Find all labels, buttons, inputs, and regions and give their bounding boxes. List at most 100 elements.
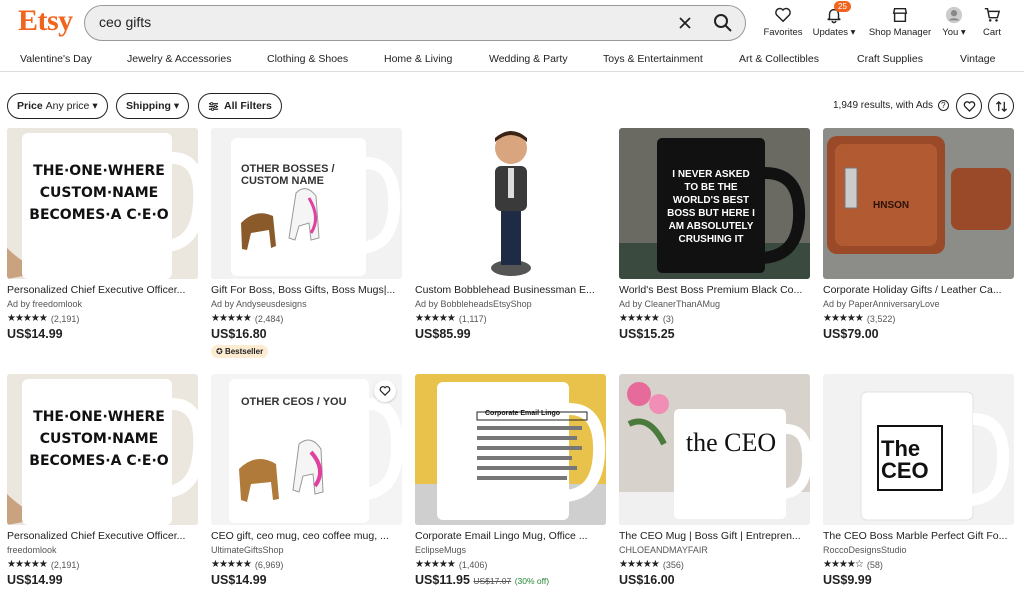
shop-name: Ad by freedomlook xyxy=(7,299,83,309)
cart-label: Cart xyxy=(983,27,1001,38)
product-image[interactable]: I NEVER ASKED TO BE THE WORLD'S BEST BOS… xyxy=(619,128,810,279)
favorites-button[interactable]: Favorites xyxy=(762,6,804,38)
category-link[interactable]: Clothing & Shoes xyxy=(267,53,348,65)
product-title[interactable]: Corporate Email Lingo Mug, Office ... xyxy=(415,530,606,542)
price: US$14.99 xyxy=(7,327,63,341)
original-price: US$17.07 xyxy=(473,576,512,586)
star-rating: ★★★★★ xyxy=(415,559,456,570)
category-link[interactable]: Art & Collectibles xyxy=(739,53,819,65)
search-icon[interactable] xyxy=(713,13,733,33)
star-rating: ★★★★★ xyxy=(7,559,48,570)
favorites-label: Favorites xyxy=(763,27,803,38)
product-title[interactable]: The CEO Mug | Boss Gift | Entrepren... xyxy=(619,530,810,542)
etsy-logo[interactable]: Etsy xyxy=(18,4,73,38)
shop-name: freedomlook xyxy=(7,545,57,555)
product-title[interactable]: The CEO Boss Marble Perfect Gift Fo... xyxy=(823,530,1014,542)
mug-text: THE·ONE·WHERE CUSTOM·NAME BECOMES·A C·E·… xyxy=(29,163,169,223)
mug-text: the CEO xyxy=(685,428,777,457)
category-link[interactable]: Craft Supplies xyxy=(857,53,923,65)
product-card[interactable]: The CEO The CEO Boss Marble Perfect Gift… xyxy=(823,374,1014,587)
product-card[interactable]: I NEVER ASKED TO BE THE WORLD'S BEST BOS… xyxy=(619,128,810,341)
help-icon[interactable]: ? xyxy=(937,100,949,111)
review-count: (1,117) xyxy=(458,313,487,324)
product-card[interactable]: OTHER CEOS / YOU CEO gift, ceo mug, ceo … xyxy=(211,374,402,587)
star-rating: ★★★★★ xyxy=(7,313,48,324)
product-image[interactable]: HNSON xyxy=(823,128,1014,279)
product-card[interactable]: the CEO The CEO Mug | Boss Gift | Entrep… xyxy=(619,374,810,587)
category-link[interactable]: Toys & Entertainment xyxy=(603,53,703,65)
shipping-filter-label: Shipping xyxy=(126,100,171,112)
shipping-filter[interactable]: Shipping ▾ xyxy=(116,93,190,119)
rating: ★★★★★ (3,522) xyxy=(823,313,1014,324)
updates-button[interactable]: 25 Updates ▾ xyxy=(812,1,856,38)
category-link[interactable]: Jewelry & Accessories xyxy=(127,53,231,65)
star-rating: ★★★★★ xyxy=(619,559,660,570)
award-icon: ✪ xyxy=(216,347,223,356)
product-card[interactable]: Corporate Email Lingo Corporate Email Li… xyxy=(415,374,606,587)
search-input[interactable]: ceo gifts xyxy=(99,14,151,30)
search-bar[interactable]: ceo gifts xyxy=(84,5,746,41)
product-title[interactable]: Custom Bobblehead Businessman E... xyxy=(415,284,606,296)
product-title[interactable]: World's Best Boss Premium Black Co... xyxy=(619,284,810,296)
price-filter[interactable]: Price Any price ▾ xyxy=(7,93,108,119)
close-icon[interactable] xyxy=(677,15,693,31)
save-search-button[interactable] xyxy=(956,93,982,119)
product-image[interactable] xyxy=(415,128,606,279)
product-card[interactable]: THE·ONE·WHERE CUSTOM·NAME BECOMES·A C·E·… xyxy=(7,374,198,587)
product-image[interactable]: OTHER BOSSES / CUSTOM NAME xyxy=(211,128,402,279)
you-label: You ▾ xyxy=(942,27,966,38)
product-image[interactable]: the CEO xyxy=(619,374,810,525)
product-title[interactable]: Corporate Holiday Gifts / Leather Ca... xyxy=(823,284,1014,296)
favorite-button[interactable] xyxy=(374,380,396,402)
category-link[interactable]: Wedding & Party xyxy=(489,53,568,65)
bestseller-label: Bestseller xyxy=(224,347,264,356)
review-count: (2,191) xyxy=(50,313,80,324)
shop-name: Ad by Andyseusdesigns xyxy=(211,299,307,309)
product-title[interactable]: Personalized Chief Executive Officer... xyxy=(7,284,198,296)
shop-name: Ad by BobbleheadsEtsyShop xyxy=(415,299,532,309)
product-title[interactable]: CEO gift, ceo mug, ceo coffee mug, ... xyxy=(211,530,402,542)
category-nav: Valentine's Day Jewelry & Accessories Cl… xyxy=(0,48,1024,72)
results-count: 1,949 results, with Ads ? xyxy=(833,100,949,111)
sort-icon xyxy=(995,100,1007,112)
shop-name: UltimateGiftsShop xyxy=(211,545,284,555)
category-link[interactable]: Valentine's Day xyxy=(20,53,92,65)
product-image[interactable]: OTHER CEOS / YOU xyxy=(211,374,402,525)
shop-name: EclipseMugs xyxy=(415,545,467,555)
price: US$16.80 xyxy=(211,327,267,341)
you-menu-button[interactable]: You ▾ xyxy=(939,6,969,38)
product-image[interactable]: Corporate Email Lingo xyxy=(415,374,606,525)
star-rating: ★★★★★ xyxy=(823,313,864,324)
rating: ★★★★★ (2,191) xyxy=(7,313,198,324)
price: US$14.99 xyxy=(211,573,267,587)
product-title[interactable]: Gift For Boss, Boss Gifts, Boss Mugs|... xyxy=(211,284,402,296)
product-title[interactable]: Personalized Chief Executive Officer... xyxy=(7,530,198,542)
product-image[interactable]: THE·ONE·WHERE CUSTOM·NAME BECOMES·A C·E·… xyxy=(7,374,198,525)
product-card[interactable]: THE·ONE·WHERE CUSTOM·NAME BECOMES·A C·E·… xyxy=(7,128,198,341)
all-filters-label: All Filters xyxy=(224,100,272,112)
filter-icon xyxy=(208,101,219,111)
rating: ★★★★★ (1,117) xyxy=(415,313,606,324)
discount: (30% off) xyxy=(514,576,550,586)
sort-button[interactable] xyxy=(988,93,1014,119)
category-link[interactable]: Home & Living xyxy=(384,53,452,65)
cart-icon xyxy=(984,7,1001,22)
rating: ★★★★☆ (58) xyxy=(823,559,1014,570)
product-image[interactable]: THE·ONE·WHERE CUSTOM·NAME BECOMES·A C·E·… xyxy=(7,128,198,279)
category-link[interactable]: Vintage xyxy=(960,53,995,65)
all-filters-button[interactable]: All Filters xyxy=(198,93,282,119)
product-card[interactable]: Custom Bobblehead Businessman E... Ad by… xyxy=(415,128,606,341)
updates-label: Updates ▾ xyxy=(812,27,856,38)
shop-name: Ad by PaperAnniversaryLove xyxy=(823,299,940,309)
rating: ★★★★★ (2,484) xyxy=(211,313,402,324)
product-image[interactable]: The CEO xyxy=(823,374,1014,525)
cart-button[interactable]: Cart xyxy=(978,6,1006,38)
star-rating: ★★★★★ xyxy=(211,313,252,324)
mug-text: I NEVER ASKED TO BE THE WORLD'S BEST BOS… xyxy=(667,169,755,245)
product-card[interactable]: HNSON Corporate Holiday Gifts / Leather … xyxy=(823,128,1014,341)
shop-manager-button[interactable]: Shop Manager xyxy=(866,6,934,38)
product-card[interactable]: OTHER BOSSES / CUSTOM NAME Gift For Boss… xyxy=(211,128,402,359)
rating: ★★★★★ (2,191) xyxy=(7,559,198,570)
star-rating: ★★★★★ xyxy=(415,313,456,324)
rating: ★★★★★ (356) xyxy=(619,559,810,570)
